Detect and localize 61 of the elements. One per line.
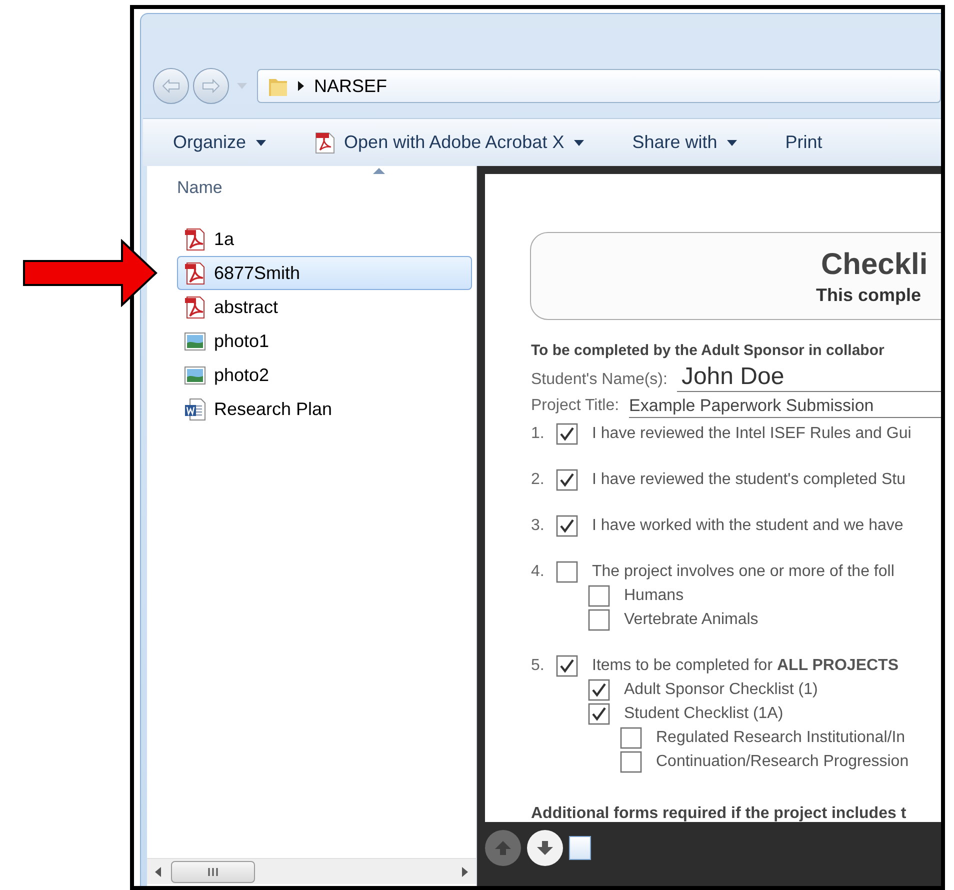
item-number: 4. (531, 562, 546, 582)
file-item[interactable]: abstract (177, 290, 472, 324)
toolbar-button[interactable]: Open with Adobe Acrobat X (314, 129, 584, 156)
field-value: Example Paperwork Submission (629, 395, 941, 418)
dropdown-caret-icon (256, 140, 266, 146)
breadcrumb-arrow-icon[interactable] (298, 81, 304, 91)
checklist-text: I have reviewed the Intel ISEF Rules and Gui (592, 424, 912, 444)
horizontal-scrollbar[interactable] (147, 858, 476, 884)
checklist-text: Vertebrate Animals (624, 610, 758, 630)
checklist-text: The project involves one or more of the foll (592, 562, 894, 582)
toolbar-button[interactable]: Organize (173, 129, 266, 156)
item-number: 2. (531, 470, 546, 490)
pdf-icon (314, 132, 336, 154)
image-file-icon (184, 330, 206, 352)
field-value: John Doe (677, 363, 941, 392)
checklist-text: Regulated Research Institutional/In (656, 728, 906, 748)
file-item[interactable]: Research Plan (177, 392, 472, 426)
address-bar[interactable]: NARSEF (257, 69, 941, 103)
dropdown-caret-icon (574, 140, 584, 146)
breadcrumb[interactable]: NARSEF (314, 72, 388, 100)
scroll-right-icon[interactable] (462, 866, 468, 876)
grip-icon (208, 868, 218, 876)
image-file-icon (184, 364, 206, 386)
file-item[interactable]: photo2 (177, 358, 472, 392)
next-page-button[interactable] (527, 830, 563, 866)
instruction-text: To be completed by the Adult Sponsor in collabor (531, 341, 886, 360)
back-arrow-icon (162, 79, 180, 93)
checklist-text: Items to be completed for ALL PROJECTS (592, 656, 898, 676)
footer-text: Additional forms required if the project includes t (531, 804, 908, 822)
page-view-button[interactable] (569, 836, 591, 860)
item-number: 5. (531, 656, 546, 676)
checklist-text: Continuation/Research Progression (656, 752, 909, 772)
toolbar-button[interactable]: Print (785, 129, 822, 156)
dropdown-caret-icon (727, 140, 738, 146)
pdf-file-icon (184, 262, 206, 284)
forward-button[interactable] (193, 68, 229, 104)
pdf-file-icon (184, 228, 206, 250)
history-caret-icon (237, 83, 247, 89)
scroll-left-icon[interactable] (155, 866, 161, 876)
file-item[interactable]: photo1 (177, 324, 472, 358)
scroll-thumb[interactable] (171, 860, 255, 882)
back-button[interactable] (153, 68, 189, 104)
file-item[interactable]: 6877Smith (177, 256, 472, 290)
pdf-file-icon (184, 296, 206, 318)
checklist-text: I have reviewed the student's completed Stu (592, 470, 906, 490)
sort-caret-icon (373, 168, 385, 174)
file-item[interactable]: 1a (177, 222, 472, 256)
toolbar-button[interactable]: Share with (632, 129, 738, 156)
field-label: Project Title: (531, 396, 620, 416)
word-file-icon (184, 398, 206, 420)
column-header[interactable]: Name (177, 175, 222, 201)
forward-arrow-icon (202, 79, 220, 93)
checklist-text: Adult Sponsor Checklist (1) (624, 680, 818, 700)
checklist-text: Humans (624, 586, 684, 606)
field-label: Student's Name(s): (531, 370, 668, 390)
form-subtitle: This comple (816, 284, 922, 307)
item-number: 3. (531, 516, 546, 536)
checklist-text: Student Checklist (1A) (624, 704, 784, 724)
item-number: 1. (531, 424, 546, 444)
checklist-text: I have worked with the student and we have (592, 516, 904, 536)
form-title: Checkli (821, 247, 928, 283)
